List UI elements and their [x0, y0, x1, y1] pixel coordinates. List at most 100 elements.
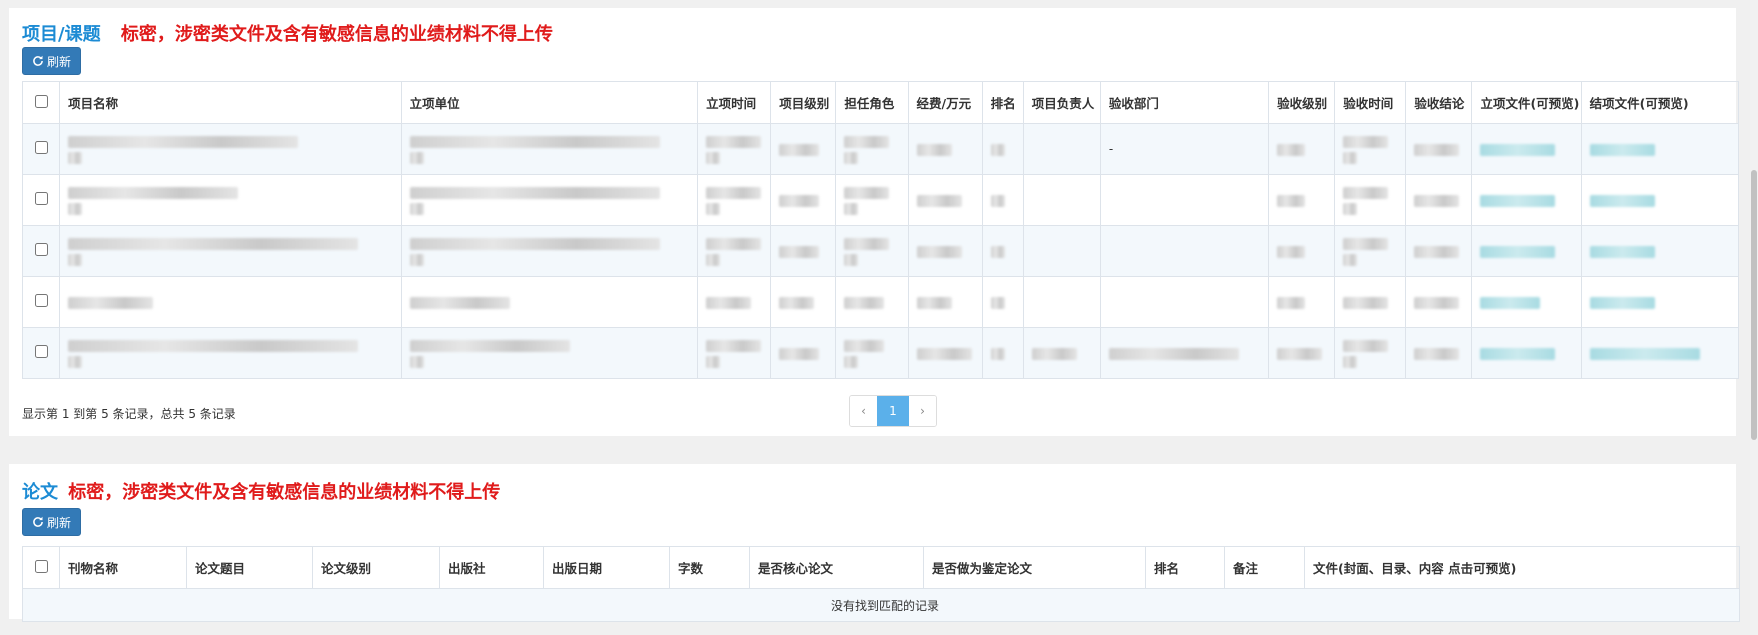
redacted-text	[1277, 296, 1306, 309]
table-cell[interactable]	[1471, 327, 1582, 379]
redacted-text	[706, 152, 721, 164]
table-row[interactable]	[21, 225, 1740, 277]
file-preview-link[interactable]	[1480, 143, 1556, 156]
file-preview-link[interactable]	[1589, 194, 1655, 207]
row-checkbox[interactable]	[34, 192, 48, 205]
col-header[interactable]: 排名	[1145, 546, 1225, 589]
table-cell	[59, 123, 402, 175]
row-checkbox[interactable]	[34, 243, 48, 256]
file-preview-link[interactable]	[1480, 245, 1556, 258]
col-header[interactable]: 验收级别	[1268, 81, 1336, 124]
file-preview-link[interactable]	[1589, 143, 1655, 156]
col-header[interactable]: 立项单位	[400, 81, 699, 124]
row-checkbox[interactable]	[34, 294, 48, 307]
page-scrollbar[interactable]	[1750, 0, 1758, 635]
redacted-text	[844, 152, 859, 164]
col-header[interactable]: 是否核心论文	[749, 546, 924, 589]
redacted-text	[1108, 347, 1239, 360]
col-header[interactable]: 立项时间	[697, 81, 772, 124]
col-header[interactable]: 验收部门	[1099, 81, 1270, 124]
redacted-text	[1414, 194, 1460, 207]
file-preview-link[interactable]	[1480, 194, 1556, 207]
papers-title: 论文	[22, 482, 58, 503]
table-cell[interactable]	[1471, 276, 1582, 328]
redacted-text	[409, 356, 424, 368]
col-header[interactable]: 文件(封面、目录、内容 点击可预览)	[1304, 546, 1740, 589]
redacted-text	[1343, 339, 1389, 352]
redacted-text	[844, 186, 890, 199]
redacted-text	[706, 296, 752, 309]
col-header[interactable]: 字数	[669, 546, 750, 589]
col-header[interactable]: 论文题目	[186, 546, 313, 589]
table-cell[interactable]	[1580, 327, 1740, 379]
table-cell[interactable]	[1471, 174, 1582, 226]
col-header[interactable]: 验收结论	[1405, 81, 1473, 124]
select-all-checkbox[interactable]	[34, 94, 48, 108]
select-all-cell	[21, 81, 61, 124]
select-all-cell	[22, 546, 60, 589]
col-header[interactable]: 出版日期	[543, 546, 670, 589]
col-header[interactable]: 项目级别	[770, 81, 837, 124]
table-cell[interactable]	[1580, 276, 1740, 328]
pagination-page-1[interactable]: 1	[877, 396, 909, 426]
col-header[interactable]: 刊物名称	[59, 546, 187, 589]
col-header[interactable]: 项目负责人	[1022, 81, 1101, 124]
table-row[interactable]	[21, 327, 1740, 379]
table-cell	[1099, 276, 1270, 328]
table-cell[interactable]	[1471, 225, 1582, 277]
redacted-text	[1343, 296, 1389, 309]
col-header[interactable]: 项目名称	[59, 81, 402, 124]
empty-message: 没有找到匹配的记录	[22, 588, 1740, 622]
table-cell	[1334, 276, 1407, 328]
table-cell[interactable]	[1580, 174, 1740, 226]
projects-title: 项目/课题	[22, 24, 101, 45]
col-header[interactable]: 经费/万元	[907, 81, 983, 124]
redacted-text	[990, 245, 1005, 258]
table-cell	[1268, 276, 1336, 328]
table-cell	[907, 225, 983, 277]
scrollbar-thumb[interactable]	[1751, 170, 1757, 440]
redacted-text	[990, 143, 1005, 156]
redacted-text	[68, 296, 154, 309]
redacted-text	[409, 186, 660, 199]
redacted-text	[1343, 152, 1358, 164]
table-cell	[1405, 327, 1473, 379]
table-cell	[1268, 327, 1336, 379]
table-row[interactable]	[21, 174, 1740, 226]
redacted-text	[990, 347, 1005, 360]
col-header[interactable]: 排名	[981, 81, 1024, 124]
select-all-checkbox[interactable]	[34, 559, 48, 573]
table-cell[interactable]	[1580, 225, 1740, 277]
redacted-text	[779, 245, 820, 258]
projects-panel: 项目/课题 标密，涉密类文件及含有敏感信息的业绩材料不得上传 刷新 项目名称 立…	[9, 8, 1740, 436]
col-header[interactable]: 担任角色	[835, 81, 909, 124]
file-preview-link[interactable]	[1480, 347, 1556, 360]
table-row[interactable]: -	[21, 123, 1740, 175]
refresh-icon	[33, 516, 43, 527]
projects-table: 项目名称 立项单位 立项时间 项目级别 担任角色 经费/万元 排名 项目负责人 …	[21, 81, 1740, 379]
file-preview-link[interactable]	[1589, 347, 1700, 360]
file-preview-link[interactable]	[1589, 245, 1655, 258]
col-header[interactable]: 是否做为鉴定论文	[923, 546, 1146, 589]
row-checkbox[interactable]	[34, 345, 48, 358]
table-row[interactable]	[21, 276, 1740, 328]
pagination-next[interactable]: ›	[909, 396, 936, 426]
col-header[interactable]: 结项文件(可预览)	[1580, 81, 1740, 124]
redacted-text	[68, 186, 239, 199]
col-header[interactable]: 出版社	[439, 546, 544, 589]
col-header[interactable]: 论文级别	[312, 546, 440, 589]
row-checkbox[interactable]	[34, 141, 48, 154]
projects-refresh-button[interactable]: 刷新	[22, 47, 81, 75]
table-cell[interactable]	[1580, 123, 1740, 175]
redacted-text	[706, 203, 721, 215]
papers-refresh-button[interactable]: 刷新	[22, 508, 81, 536]
redacted-text	[844, 203, 859, 215]
file-preview-link[interactable]	[1480, 296, 1541, 309]
col-header[interactable]: 立项文件(可预览)	[1471, 81, 1582, 124]
col-header[interactable]: 备注	[1224, 546, 1305, 589]
pagination-prev[interactable]: ‹	[850, 396, 877, 426]
table-cell[interactable]	[1471, 123, 1582, 175]
redacted-text	[844, 356, 859, 368]
file-preview-link[interactable]	[1589, 296, 1655, 309]
col-header[interactable]: 验收时间	[1334, 81, 1407, 124]
